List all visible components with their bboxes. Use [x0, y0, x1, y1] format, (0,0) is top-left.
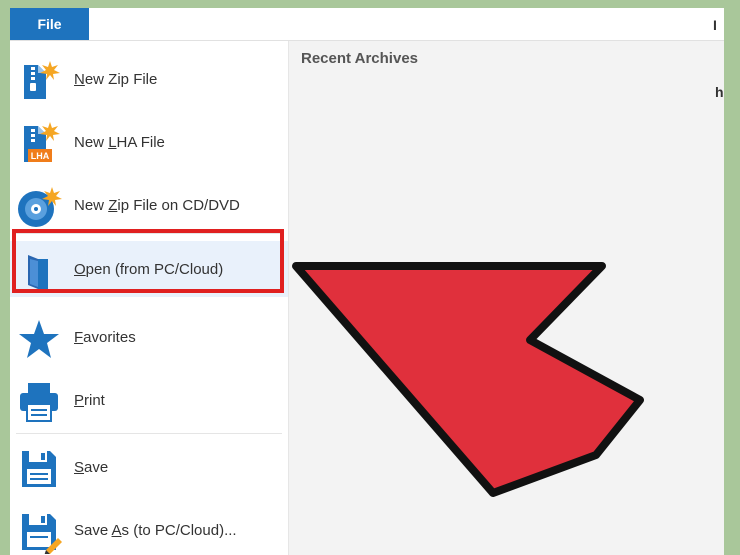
red-pointer-arrow — [292, 262, 644, 497]
